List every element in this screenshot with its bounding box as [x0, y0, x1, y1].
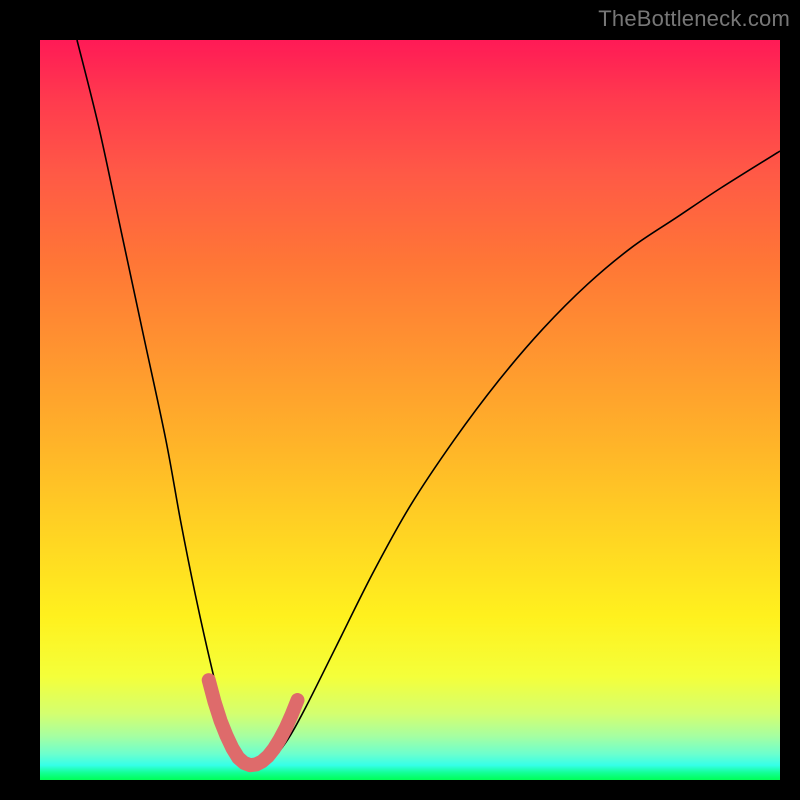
watermark-text: TheBottleneck.com: [598, 6, 790, 32]
highlighted-valley-marker: [209, 680, 298, 765]
plot-gradient-background: [40, 40, 780, 780]
bottleneck-curve: [77, 40, 780, 765]
chart-svg: [40, 40, 780, 780]
chart-frame: TheBottleneck.com: [0, 0, 800, 800]
